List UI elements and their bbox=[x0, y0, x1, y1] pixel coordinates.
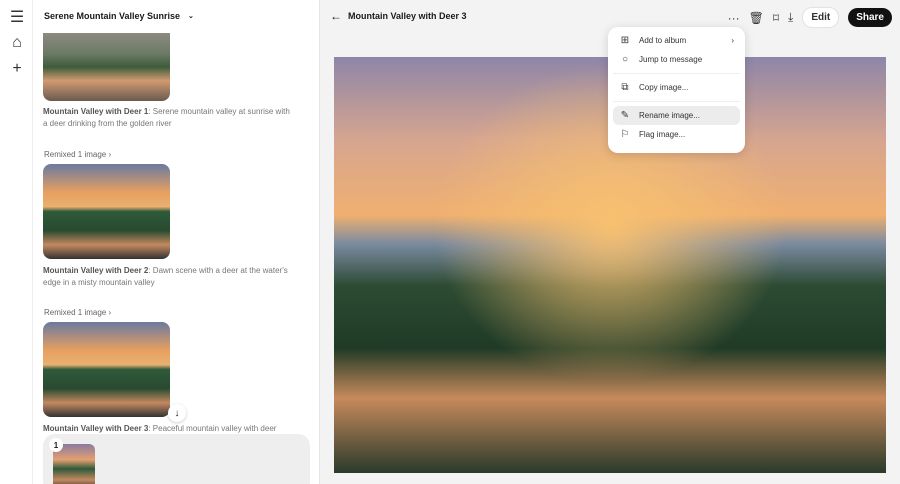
share-button[interactable]: Share bbox=[848, 8, 892, 27]
menu-label: Copy image... bbox=[639, 83, 689, 92]
menu-label: Jump to message bbox=[639, 55, 703, 64]
trash-icon[interactable]: 🗑 bbox=[749, 11, 764, 25]
toolbar: ··· 🗑 ⌑ ⤓ Edit Share bbox=[728, 7, 892, 28]
download-icon[interactable]: ⤓ bbox=[788, 10, 793, 25]
menu-item-add-to-album[interactable]: ⊞ Add to album › bbox=[613, 31, 740, 50]
sidebar: Serene Mountain Valley Sunrise ⌄ Mountain… bbox=[33, 0, 320, 484]
chevron-right-icon: › bbox=[731, 36, 734, 45]
message-icon: ○ bbox=[621, 54, 629, 65]
image-caption: Mountain Valley with Deer 2: Dawn scene … bbox=[43, 266, 288, 287]
divider bbox=[613, 101, 740, 102]
remixed-link[interactable]: Remixed 1 image › bbox=[44, 308, 111, 317]
copy-icon: ⧉ bbox=[621, 82, 629, 93]
divider bbox=[613, 73, 740, 74]
add-to-album-icon: ⊞ bbox=[620, 35, 630, 46]
home-icon[interactable]: ⌂ bbox=[9, 34, 25, 51]
more-options-icon[interactable]: ··· bbox=[728, 11, 740, 25]
menu-label: Rename image... bbox=[639, 111, 700, 120]
image-thumbnail[interactable] bbox=[43, 322, 170, 417]
image-caption: Mountain Valley with Deer 1: Serene moun… bbox=[43, 107, 290, 128]
chevron-down-icon: ⌄ bbox=[188, 13, 194, 20]
selection-tray: 1 bbox=[43, 434, 310, 484]
image-thumbnail[interactable] bbox=[43, 33, 170, 101]
image-title: Mountain Valley with Deer 3 bbox=[348, 11, 467, 21]
pencil-icon: ✎ bbox=[620, 110, 630, 121]
plus-icon[interactable]: + bbox=[9, 60, 25, 77]
menu-item-rename-image[interactable]: ✎ Rename image... bbox=[613, 106, 740, 125]
menu-item-jump-to-message[interactable]: ○ Jump to message bbox=[613, 50, 740, 69]
menu-item-flag-image[interactable]: ⚐ Flag image... bbox=[613, 125, 740, 144]
menu-item-copy-image[interactable]: ⧉ Copy image... bbox=[613, 78, 740, 97]
bookmark-icon[interactable]: ⌑ bbox=[773, 11, 779, 25]
flag-icon: ⚐ bbox=[620, 129, 630, 140]
selection-count-badge: 1 bbox=[49, 438, 63, 452]
menu-label: Flag image... bbox=[639, 130, 686, 139]
remixed-link[interactable]: Remixed 1 image › bbox=[44, 150, 111, 159]
edit-button[interactable]: Edit bbox=[802, 7, 840, 28]
album-title-dropdown[interactable]: Serene Mountain Valley Sunrise ⌄ bbox=[44, 11, 194, 21]
options-menu: ⊞ Add to album › ○ Jump to message ⧉ Copy im… bbox=[608, 27, 745, 153]
scroll-down-button[interactable]: ↓ bbox=[168, 404, 186, 422]
menu-icon[interactable]: ☰ bbox=[9, 9, 25, 26]
menu-label: Add to album bbox=[639, 36, 687, 45]
arrow-down-icon: ↓ bbox=[174, 407, 180, 419]
album-title: Serene Mountain Valley Sunrise bbox=[44, 11, 181, 21]
image-thumbnail[interactable] bbox=[43, 164, 170, 259]
back-arrow-icon[interactable]: ← bbox=[330, 9, 342, 23]
nav-rail: ☰ ⌂ + bbox=[0, 0, 33, 484]
